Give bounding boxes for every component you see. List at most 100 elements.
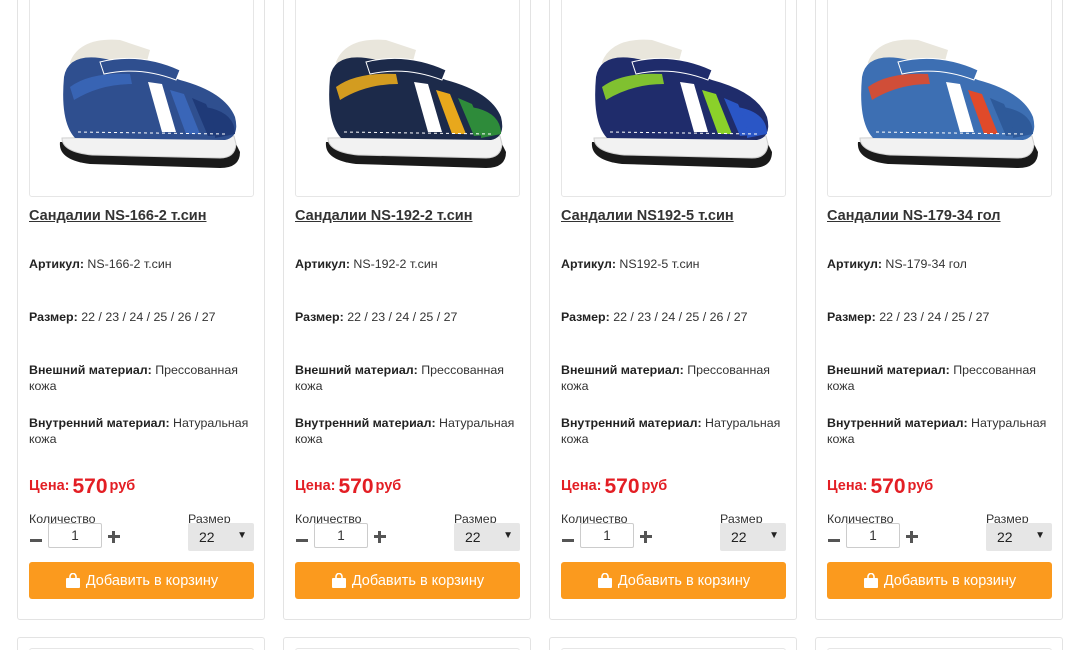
add-to-cart-button[interactable]: Добавить в корзину [295, 562, 520, 599]
plus-icon[interactable] [373, 530, 387, 544]
add-to-cart-button[interactable]: Добавить в корзину [29, 562, 254, 599]
size-row: Размер: 22 / 23 / 24 / 25 / 26 / 27 [29, 309, 259, 325]
inner-material-label: Внутренний материал: [295, 416, 436, 430]
shopping-bag-icon [65, 573, 80, 588]
outer-material-label: Внешний материал: [561, 363, 684, 377]
minus-icon[interactable] [295, 533, 309, 547]
shopping-bag-icon [597, 573, 612, 588]
product-image[interactable] [295, 0, 520, 197]
plus-icon[interactable] [905, 530, 919, 544]
chevron-down-icon: ▼ [503, 530, 513, 541]
add-to-cart-label: Добавить в корзину [617, 572, 751, 589]
price-value: 570 [338, 475, 374, 498]
size-values: 22 / 23 / 24 / 25 / 27 [879, 310, 990, 324]
size-select-value: 22 [731, 529, 747, 545]
size-select[interactable]: 22 ▼ [986, 523, 1052, 551]
inner-material-label: Внутренний материал: [561, 416, 702, 430]
add-to-cart-label: Добавить в корзину [85, 572, 219, 589]
add-to-cart-label: Добавить в корзину [883, 572, 1017, 589]
article-row: Артикул: NS-192-2 т.син [295, 256, 525, 272]
price: Цена: 570 руб [29, 475, 135, 499]
article-label: Артикул: [827, 257, 882, 271]
product-image[interactable] [827, 0, 1052, 197]
price-label: Цена: [295, 478, 336, 494]
outer-material-label: Внешний материал: [295, 363, 418, 377]
add-to-cart-label: Добавить в корзину [351, 572, 485, 589]
article-row: Артикул: NS192-5 т.син [561, 256, 791, 272]
price-label: Цена: [827, 478, 868, 494]
price-value: 570 [870, 475, 906, 498]
product-image[interactable] [561, 0, 786, 197]
size-label: Размер: [827, 310, 876, 324]
product-title-link[interactable]: Сандалии NS-166-2 т.син [29, 208, 259, 224]
size-label: Размер: [295, 310, 344, 324]
price-currency: руб [109, 478, 136, 494]
article-value: NS-179-34 гол [885, 257, 967, 271]
product-card [17, 637, 265, 650]
chevron-down-icon: ▼ [1035, 530, 1045, 541]
product-card [283, 637, 531, 650]
product-card: Сандалии NS192-5 т.син Артикул: NS192-5 … [549, 0, 797, 620]
sandal-illustration [591, 39, 772, 168]
product-card: Сандалии NS-192-2 т.син Артикул: NS-192-… [283, 0, 531, 620]
article-row: Артикул: NS-166-2 т.син [29, 256, 259, 272]
size-select-value: 22 [199, 529, 215, 545]
outer-material-row: Внешний материал: Прессованная кожа [29, 362, 259, 394]
product-title-link[interactable]: Сандалии NS-192-2 т.син [295, 208, 525, 224]
inner-material-row: Внутренний материал: Натуральная кожа [295, 415, 525, 447]
size-row: Размер: 22 / 23 / 24 / 25 / 27 [827, 309, 1057, 325]
article-label: Артикул: [295, 257, 350, 271]
article-value: NS192-5 т.син [619, 257, 700, 271]
size-select-value: 22 [997, 529, 1013, 545]
minus-icon[interactable] [29, 533, 43, 547]
plus-icon[interactable] [639, 530, 653, 544]
size-select[interactable]: 22 ▼ [188, 523, 254, 551]
quantity-input[interactable] [314, 523, 368, 548]
size-select-value: 22 [465, 529, 481, 545]
article-value: NS-166-2 т.син [87, 257, 172, 271]
product-grid: Сандалии NS-166-2 т.син Артикул: NS-166-… [17, 0, 1065, 650]
product-image[interactable] [29, 0, 254, 197]
quantity-input[interactable] [48, 523, 102, 548]
plus-icon[interactable] [107, 530, 121, 544]
inner-material-label: Внутренний материал: [827, 416, 968, 430]
shopping-bag-icon [331, 573, 346, 588]
price-value: 570 [604, 475, 640, 498]
size-select[interactable]: 22 ▼ [454, 523, 520, 551]
quantity-input[interactable] [580, 523, 634, 548]
product-card [815, 637, 1063, 650]
chevron-down-icon: ▼ [237, 530, 247, 541]
inner-material-row: Внутренний материал: Натуральная кожа [29, 415, 259, 447]
price-currency: руб [641, 478, 668, 494]
price-currency: руб [907, 478, 934, 494]
product-title-link[interactable]: Сандалии NS-179-34 гол [827, 208, 1057, 224]
size-values: 22 / 23 / 24 / 25 / 27 [347, 310, 458, 324]
price: Цена: 570 руб [561, 475, 667, 499]
inner-material-row: Внутренний материал: Натуральная кожа [827, 415, 1057, 447]
product-card [549, 637, 797, 650]
inner-material-row: Внутренний материал: Натуральная кожа [561, 415, 791, 447]
minus-icon[interactable] [827, 533, 841, 547]
sandal-illustration [59, 39, 240, 168]
size-values: 22 / 23 / 24 / 25 / 26 / 27 [613, 310, 748, 324]
quantity-input[interactable] [846, 523, 900, 548]
size-row: Размер: 22 / 23 / 24 / 25 / 26 / 27 [561, 309, 791, 325]
inner-material-label: Внутренний материал: [29, 416, 170, 430]
outer-material-row: Внешний материал: Прессованная кожа [827, 362, 1057, 394]
price: Цена: 570 руб [827, 475, 933, 499]
price: Цена: 570 руб [295, 475, 401, 499]
price-currency: руб [375, 478, 402, 494]
size-select[interactable]: 22 ▼ [720, 523, 786, 551]
add-to-cart-button[interactable]: Добавить в корзину [827, 562, 1052, 599]
size-label: Размер: [561, 310, 610, 324]
product-title-link[interactable]: Сандалии NS192-5 т.син [561, 208, 791, 224]
price-label: Цена: [29, 478, 70, 494]
price-label: Цена: [561, 478, 602, 494]
article-label: Артикул: [29, 257, 84, 271]
minus-icon[interactable] [561, 533, 575, 547]
outer-material-row: Внешний материал: Прессованная кожа [561, 362, 791, 394]
product-card: Сандалии NS-166-2 т.син Артикул: NS-166-… [17, 0, 265, 620]
add-to-cart-button[interactable]: Добавить в корзину [561, 562, 786, 599]
chevron-down-icon: ▼ [769, 530, 779, 541]
outer-material-row: Внешний материал: Прессованная кожа [295, 362, 525, 394]
